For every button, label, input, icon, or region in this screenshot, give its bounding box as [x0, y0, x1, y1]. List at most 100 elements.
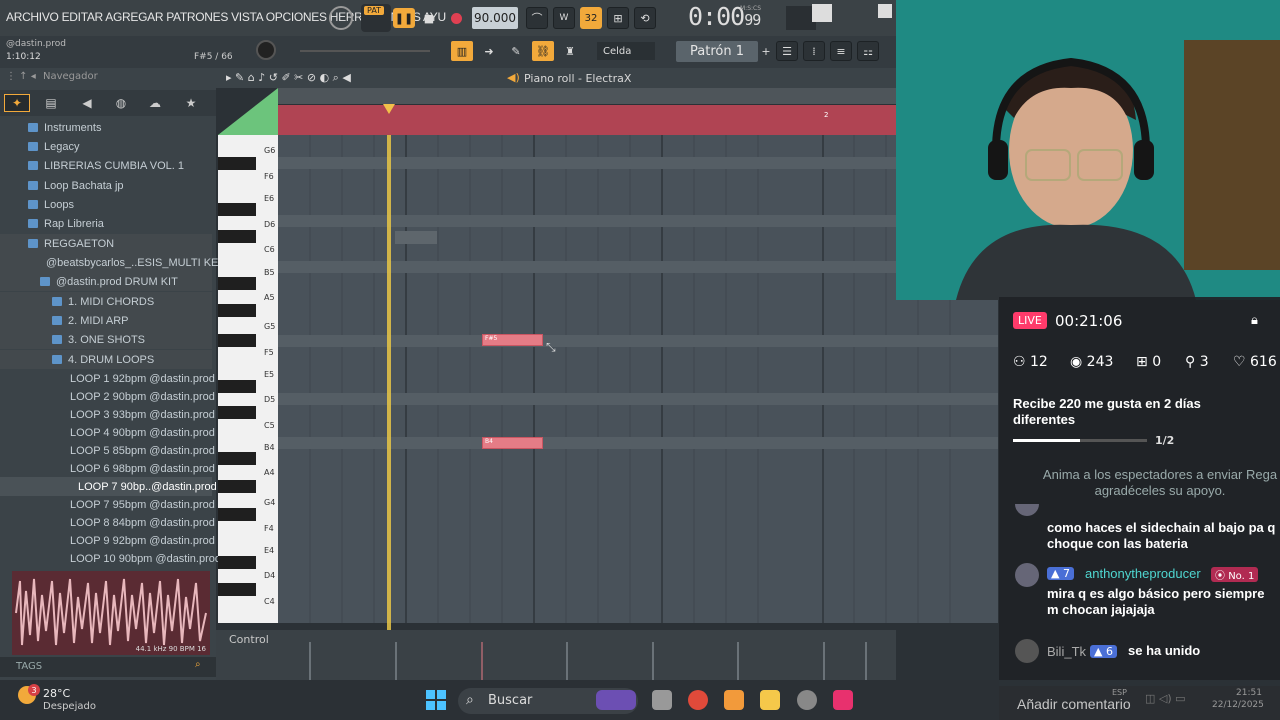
- language-indicator[interactable]: ESP: [1112, 688, 1127, 697]
- browser-file[interactable]: LOOP 5 85bpm @dastin.prod: [0, 441, 215, 460]
- browser-folder[interactable]: @dastin.prod DRUM KIT: [0, 272, 212, 291]
- browser-folder[interactable]: @beatsbycarlos_..ESIS_MULTI KEY: [0, 253, 226, 272]
- globe-icon[interactable]: ◍: [108, 94, 134, 112]
- note-block[interactable]: B4: [482, 437, 543, 449]
- tempo-display[interactable]: 90.000: [472, 7, 518, 29]
- browser-folder[interactable]: Legacy: [0, 137, 212, 156]
- browser-folder[interactable]: Loops: [0, 195, 212, 214]
- stat-follows[interactable]: ⚲ 3: [1185, 354, 1209, 370]
- playlist-icon[interactable]: ☰: [776, 41, 798, 61]
- stat-views[interactable]: ◉ 243: [1070, 354, 1113, 370]
- browser-file[interactable]: LOOP 10 90bpm @dastin.prod: [0, 549, 221, 568]
- browser-file[interactable]: LOOP 8 84bpm @dastin.prod: [0, 513, 215, 532]
- clock-date[interactable]: 22/12/2025: [1212, 700, 1264, 710]
- browser-file[interactable]: LOOP 4 90bpm @dastin.prod: [0, 423, 215, 442]
- windows-start-icon[interactable]: [426, 690, 446, 710]
- star-icon[interactable]: ★: [178, 94, 204, 112]
- browser-file[interactable]: LOOP 2 90bpm @dastin.prod: [0, 387, 215, 406]
- plugin-icon[interactable]: ⚏: [857, 41, 879, 61]
- black-key[interactable]: [218, 480, 256, 493]
- mixer-icon[interactable]: ≡: [830, 41, 852, 61]
- note-grid[interactable]: [278, 135, 998, 623]
- all-icon[interactable]: ✦: [4, 94, 30, 112]
- control-label[interactable]: Control: [229, 633, 269, 646]
- file-icon[interactable]: ▤: [38, 94, 64, 112]
- arrow-right-icon[interactable]: ➜: [478, 41, 500, 61]
- black-key[interactable]: [218, 203, 256, 216]
- speaker-icon[interactable]: ◀): [507, 71, 520, 84]
- browser-folder[interactable]: 1. MIDI CHORDS: [0, 292, 212, 311]
- pitch-knob-icon[interactable]: [256, 40, 276, 60]
- cloud-icon[interactable]: ☁: [142, 94, 168, 112]
- weather-temp[interactable]: 28°C: [43, 687, 70, 700]
- add-pattern-icon[interactable]: +: [760, 42, 772, 60]
- browser-menu-icon[interactable]: ⋮ ↑ ◂: [6, 71, 36, 82]
- pat-song-toggle[interactable]: PAT: [361, 4, 391, 32]
- time-ruler[interactable]: [278, 88, 896, 104]
- tiktok-icon[interactable]: [833, 690, 853, 710]
- black-key[interactable]: [218, 406, 256, 419]
- black-key[interactable]: [218, 334, 256, 347]
- note-block[interactable]: F#5: [482, 334, 543, 346]
- window-icon[interactable]: [878, 4, 892, 18]
- browser-file[interactable]: LOOP 7 95bpm @dastin.prod: [0, 495, 215, 514]
- chrome-icon[interactable]: [688, 690, 708, 710]
- task-view-icon[interactable]: [652, 690, 672, 710]
- black-key[interactable]: [218, 508, 256, 521]
- clock-time[interactable]: 21:51: [1236, 688, 1262, 698]
- brush-icon[interactable]: ✎: [505, 41, 527, 61]
- channel-rack-icon[interactable]: ⁞: [803, 41, 825, 61]
- browser-file[interactable]: LOOP 9 92bpm @dastin.prod: [0, 531, 215, 550]
- stat-likes[interactable]: ♡ 616: [1233, 354, 1277, 370]
- hat-icon[interactable]: ♜: [559, 41, 581, 61]
- search-icon[interactable]: ⌕: [195, 659, 201, 670]
- browser-file[interactable]: LOOP 3 93bpm @dastin.prod: [0, 405, 215, 424]
- chat-username[interactable]: Bili_Tk: [1047, 644, 1086, 659]
- browser-folder[interactable]: LIBRERIAS CUMBIA VOL. 1: [0, 156, 212, 175]
- black-key[interactable]: [218, 583, 256, 596]
- loop-record-icon[interactable]: ⟲: [634, 7, 656, 29]
- black-key[interactable]: [218, 304, 256, 317]
- browser-folder[interactable]: 2. MIDI ARP: [0, 311, 212, 330]
- obs-icon[interactable]: [797, 690, 817, 710]
- black-key[interactable]: [218, 452, 256, 465]
- chat-username[interactable]: anthonytheproducer: [1085, 566, 1201, 581]
- metronome-icon[interactable]: ⌒: [526, 7, 548, 29]
- file-explorer-icon[interactable]: [760, 690, 780, 710]
- weather-desc[interactable]: Despejado: [43, 701, 96, 712]
- snap-select[interactable]: Celda: [597, 42, 655, 60]
- waveform-preview[interactable]: 44.1 kHz 90 BPM 16: [12, 571, 210, 655]
- master-pitch-slider[interactable]: [300, 50, 430, 52]
- avatar[interactable]: [1015, 563, 1039, 587]
- countdown-icon[interactable]: 32: [580, 7, 602, 29]
- pattern-select[interactable]: Patrón 1: [676, 41, 758, 62]
- browser-file[interactable]: LOOP 6 98bpm @dastin.prod: [0, 459, 215, 478]
- browser-folder[interactable]: Loop Bachata jp: [0, 176, 212, 195]
- browser-folder[interactable]: REGGAETON: [0, 234, 212, 253]
- tool-icons[interactable]: ▸ ✎ ⌂ ♪ ↺ ✐ ✂ ⊘ ◐ ⌕ ◀: [226, 71, 351, 85]
- fl-studio-icon[interactable]: [724, 690, 744, 710]
- stat-viewers[interactable]: ⚇ 12: [1013, 354, 1048, 370]
- link-icon[interactable]: ⛓: [532, 41, 554, 61]
- wait-input-icon[interactable]: W: [553, 7, 575, 29]
- stop-button[interactable]: ■: [419, 8, 439, 28]
- master-knob-icon[interactable]: [329, 6, 353, 30]
- piano-icon[interactable]: ▥: [451, 41, 473, 61]
- pause-button[interactable]: ❚❚: [393, 8, 415, 28]
- playhead[interactable]: [387, 135, 391, 680]
- black-key[interactable]: [218, 556, 256, 569]
- browser-folder[interactable]: 4. DRUM LOOPS: [0, 350, 212, 369]
- speaker-icon[interactable]: ◀: [74, 94, 100, 112]
- browser-file-selected[interactable]: LOOP 7 90bp..@dastin.prod: [0, 477, 217, 496]
- black-key[interactable]: [218, 380, 256, 393]
- black-key[interactable]: [218, 277, 256, 290]
- browser-file[interactable]: LOOP 1 92bpm @dastin.prod: [0, 369, 215, 388]
- black-key[interactable]: [218, 157, 256, 170]
- black-key[interactable]: [218, 230, 256, 243]
- tray-icons[interactable]: ◫ ◁) ▭: [1145, 692, 1186, 705]
- browser-folder[interactable]: Instruments: [0, 118, 212, 137]
- control-lane[interactable]: [216, 630, 896, 680]
- lock-icon[interactable]: 🔒︎: [1251, 313, 1258, 328]
- stat-gifts[interactable]: ⊞ 0: [1136, 354, 1161, 370]
- record-button[interactable]: [446, 8, 466, 28]
